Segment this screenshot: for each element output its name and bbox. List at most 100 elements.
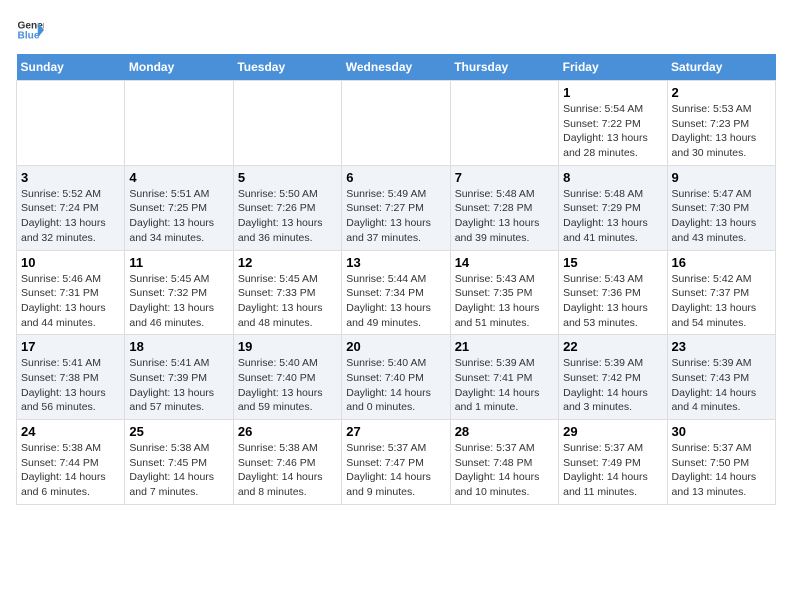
calendar-cell: 28 Sunrise: 5:37 AM Sunset: 7:48 PM Dayli… bbox=[450, 420, 558, 505]
day-number: 8 bbox=[563, 170, 662, 185]
day-number: 2 bbox=[672, 85, 771, 100]
day-info: Sunrise: 5:40 AM Sunset: 7:40 PM Dayligh… bbox=[346, 356, 445, 415]
day-number: 1 bbox=[563, 85, 662, 100]
day-number: 6 bbox=[346, 170, 445, 185]
day-number: 12 bbox=[238, 255, 337, 270]
day-info: Sunrise: 5:37 AM Sunset: 7:50 PM Dayligh… bbox=[672, 441, 771, 500]
day-number: 11 bbox=[129, 255, 228, 270]
day-number: 30 bbox=[672, 424, 771, 439]
day-number: 29 bbox=[563, 424, 662, 439]
week-row-4: 17Sunrise: 5:41 AM Sunset: 7:38 PM Dayli… bbox=[17, 335, 776, 420]
calendar-cell: 21Sunrise: 5:39 AM Sunset: 7:41 PM Dayli… bbox=[450, 335, 558, 420]
day-number: 27 bbox=[346, 424, 445, 439]
calendar-cell: 5Sunrise: 5:50 AM Sunset: 7:26 PM Daylig… bbox=[233, 165, 341, 250]
day-of-week-thursday: Thursday bbox=[450, 54, 558, 81]
day-of-week-wednesday: Wednesday bbox=[342, 54, 450, 81]
calendar-cell: 4 Sunrise: 5:51 AM Sunset: 7:25 PM Daylig… bbox=[125, 165, 233, 250]
calendar-cell: 18 Sunrise: 5:41 AM Sunset: 7:39 PM Dayli… bbox=[125, 335, 233, 420]
day-info: Sunrise: 5:45 AM Sunset: 7:33 PM Dayligh… bbox=[238, 272, 337, 331]
calendar-cell: 2 Sunrise: 5:53 AM Sunset: 7:23 PM Daylig… bbox=[667, 81, 775, 166]
day-info: Sunrise: 5:39 AM Sunset: 7:42 PM Dayligh… bbox=[563, 356, 662, 415]
day-info: Sunrise: 5:37 AM Sunset: 7:48 PM Dayligh… bbox=[455, 441, 554, 500]
day-number: 28 bbox=[455, 424, 554, 439]
header: General Blue bbox=[16, 16, 776, 44]
calendar-cell bbox=[342, 81, 450, 166]
day-of-week-tuesday: Tuesday bbox=[233, 54, 341, 81]
calendar-cell bbox=[233, 81, 341, 166]
day-info: Sunrise: 5:51 AM Sunset: 7:25 PM Dayligh… bbox=[129, 187, 228, 246]
day-number: 13 bbox=[346, 255, 445, 270]
week-row-2: 3Sunrise: 5:52 AM Sunset: 7:24 PM Daylig… bbox=[17, 165, 776, 250]
calendar-cell: 11 Sunrise: 5:45 AM Sunset: 7:32 PM Dayli… bbox=[125, 250, 233, 335]
logo-icon: General Blue bbox=[16, 16, 44, 44]
calendar-cell: 29 Sunrise: 5:37 AM Sunset: 7:49 PM Dayli… bbox=[559, 420, 667, 505]
calendar-cell: 24 Sunrise: 5:38 AM Sunset: 7:44 PM Dayli… bbox=[17, 420, 125, 505]
day-of-week-monday: Monday bbox=[125, 54, 233, 81]
calendar-cell bbox=[125, 81, 233, 166]
calendar-cell bbox=[17, 81, 125, 166]
calendar-cell: 26Sunrise: 5:38 AM Sunset: 7:46 PM Dayli… bbox=[233, 420, 341, 505]
day-info: Sunrise: 5:47 AM Sunset: 7:30 PM Dayligh… bbox=[672, 187, 771, 246]
day-number: 9 bbox=[672, 170, 771, 185]
calendar-cell: 17Sunrise: 5:41 AM Sunset: 7:38 PM Dayli… bbox=[17, 335, 125, 420]
day-info: Sunrise: 5:54 AM Sunset: 7:22 PM Dayligh… bbox=[563, 102, 662, 161]
day-info: Sunrise: 5:37 AM Sunset: 7:49 PM Dayligh… bbox=[563, 441, 662, 500]
day-info: Sunrise: 5:38 AM Sunset: 7:44 PM Dayligh… bbox=[21, 441, 120, 500]
day-number: 22 bbox=[563, 339, 662, 354]
calendar-cell: 30 Sunrise: 5:37 AM Sunset: 7:50 PM Dayli… bbox=[667, 420, 775, 505]
calendar-cell: 1 Sunrise: 5:54 AM Sunset: 7:22 PM Daylig… bbox=[559, 81, 667, 166]
day-number: 20 bbox=[346, 339, 445, 354]
day-number: 25 bbox=[129, 424, 228, 439]
day-info: Sunrise: 5:48 AM Sunset: 7:29 PM Dayligh… bbox=[563, 187, 662, 246]
calendar-cell: 22 Sunrise: 5:39 AM Sunset: 7:42 PM Dayli… bbox=[559, 335, 667, 420]
day-of-week-friday: Friday bbox=[559, 54, 667, 81]
day-info: Sunrise: 5:53 AM Sunset: 7:23 PM Dayligh… bbox=[672, 102, 771, 161]
day-of-week-sunday: Sunday bbox=[17, 54, 125, 81]
day-info: Sunrise: 5:38 AM Sunset: 7:46 PM Dayligh… bbox=[238, 441, 337, 500]
calendar-cell: 15 Sunrise: 5:43 AM Sunset: 7:36 PM Dayli… bbox=[559, 250, 667, 335]
day-info: Sunrise: 5:49 AM Sunset: 7:27 PM Dayligh… bbox=[346, 187, 445, 246]
day-number: 23 bbox=[672, 339, 771, 354]
calendar-cell: 10 Sunrise: 5:46 AM Sunset: 7:31 PM Dayli… bbox=[17, 250, 125, 335]
day-info: Sunrise: 5:39 AM Sunset: 7:43 PM Dayligh… bbox=[672, 356, 771, 415]
calendar-cell: 20 Sunrise: 5:40 AM Sunset: 7:40 PM Dayli… bbox=[342, 335, 450, 420]
week-row-3: 10 Sunrise: 5:46 AM Sunset: 7:31 PM Dayli… bbox=[17, 250, 776, 335]
day-info: Sunrise: 5:38 AM Sunset: 7:45 PM Dayligh… bbox=[129, 441, 228, 500]
day-number: 14 bbox=[455, 255, 554, 270]
calendar-cell: 9 Sunrise: 5:47 AM Sunset: 7:30 PM Daylig… bbox=[667, 165, 775, 250]
calendar-cell: 23 Sunrise: 5:39 AM Sunset: 7:43 PM Dayli… bbox=[667, 335, 775, 420]
day-number: 21 bbox=[455, 339, 554, 354]
day-number: 19 bbox=[238, 339, 337, 354]
day-info: Sunrise: 5:37 AM Sunset: 7:47 PM Dayligh… bbox=[346, 441, 445, 500]
day-info: Sunrise: 5:41 AM Sunset: 7:39 PM Dayligh… bbox=[129, 356, 228, 415]
calendar-cell: 14 Sunrise: 5:43 AM Sunset: 7:35 PM Dayli… bbox=[450, 250, 558, 335]
calendar-cell: 12 Sunrise: 5:45 AM Sunset: 7:33 PM Dayli… bbox=[233, 250, 341, 335]
day-info: Sunrise: 5:45 AM Sunset: 7:32 PM Dayligh… bbox=[129, 272, 228, 331]
day-number: 18 bbox=[129, 339, 228, 354]
calendar-cell: 6 Sunrise: 5:49 AM Sunset: 7:27 PM Daylig… bbox=[342, 165, 450, 250]
day-info: Sunrise: 5:42 AM Sunset: 7:37 PM Dayligh… bbox=[672, 272, 771, 331]
day-number: 15 bbox=[563, 255, 662, 270]
week-row-5: 24 Sunrise: 5:38 AM Sunset: 7:44 PM Dayli… bbox=[17, 420, 776, 505]
day-number: 4 bbox=[129, 170, 228, 185]
calendar-cell: 3Sunrise: 5:52 AM Sunset: 7:24 PM Daylig… bbox=[17, 165, 125, 250]
day-info: Sunrise: 5:44 AM Sunset: 7:34 PM Dayligh… bbox=[346, 272, 445, 331]
day-number: 5 bbox=[238, 170, 337, 185]
calendar-cell: 19Sunrise: 5:40 AM Sunset: 7:40 PM Dayli… bbox=[233, 335, 341, 420]
day-number: 10 bbox=[21, 255, 120, 270]
calendar-cell: 8 Sunrise: 5:48 AM Sunset: 7:29 PM Daylig… bbox=[559, 165, 667, 250]
day-number: 17 bbox=[21, 339, 120, 354]
calendar-cell: 7Sunrise: 5:48 AM Sunset: 7:28 PM Daylig… bbox=[450, 165, 558, 250]
svg-text:Blue: Blue bbox=[18, 31, 40, 42]
day-number: 16 bbox=[672, 255, 771, 270]
day-info: Sunrise: 5:43 AM Sunset: 7:35 PM Dayligh… bbox=[455, 272, 554, 331]
logo: General Blue bbox=[16, 16, 44, 44]
day-number: 24 bbox=[21, 424, 120, 439]
week-row-1: 1 Sunrise: 5:54 AM Sunset: 7:22 PM Daylig… bbox=[17, 81, 776, 166]
day-info: Sunrise: 5:46 AM Sunset: 7:31 PM Dayligh… bbox=[21, 272, 120, 331]
calendar-cell: 16 Sunrise: 5:42 AM Sunset: 7:37 PM Dayli… bbox=[667, 250, 775, 335]
day-info: Sunrise: 5:43 AM Sunset: 7:36 PM Dayligh… bbox=[563, 272, 662, 331]
day-number: 7 bbox=[455, 170, 554, 185]
calendar: SundayMondayTuesdayWednesdayThursdayFrid… bbox=[16, 54, 776, 505]
calendar-cell: 13 Sunrise: 5:44 AM Sunset: 7:34 PM Dayli… bbox=[342, 250, 450, 335]
